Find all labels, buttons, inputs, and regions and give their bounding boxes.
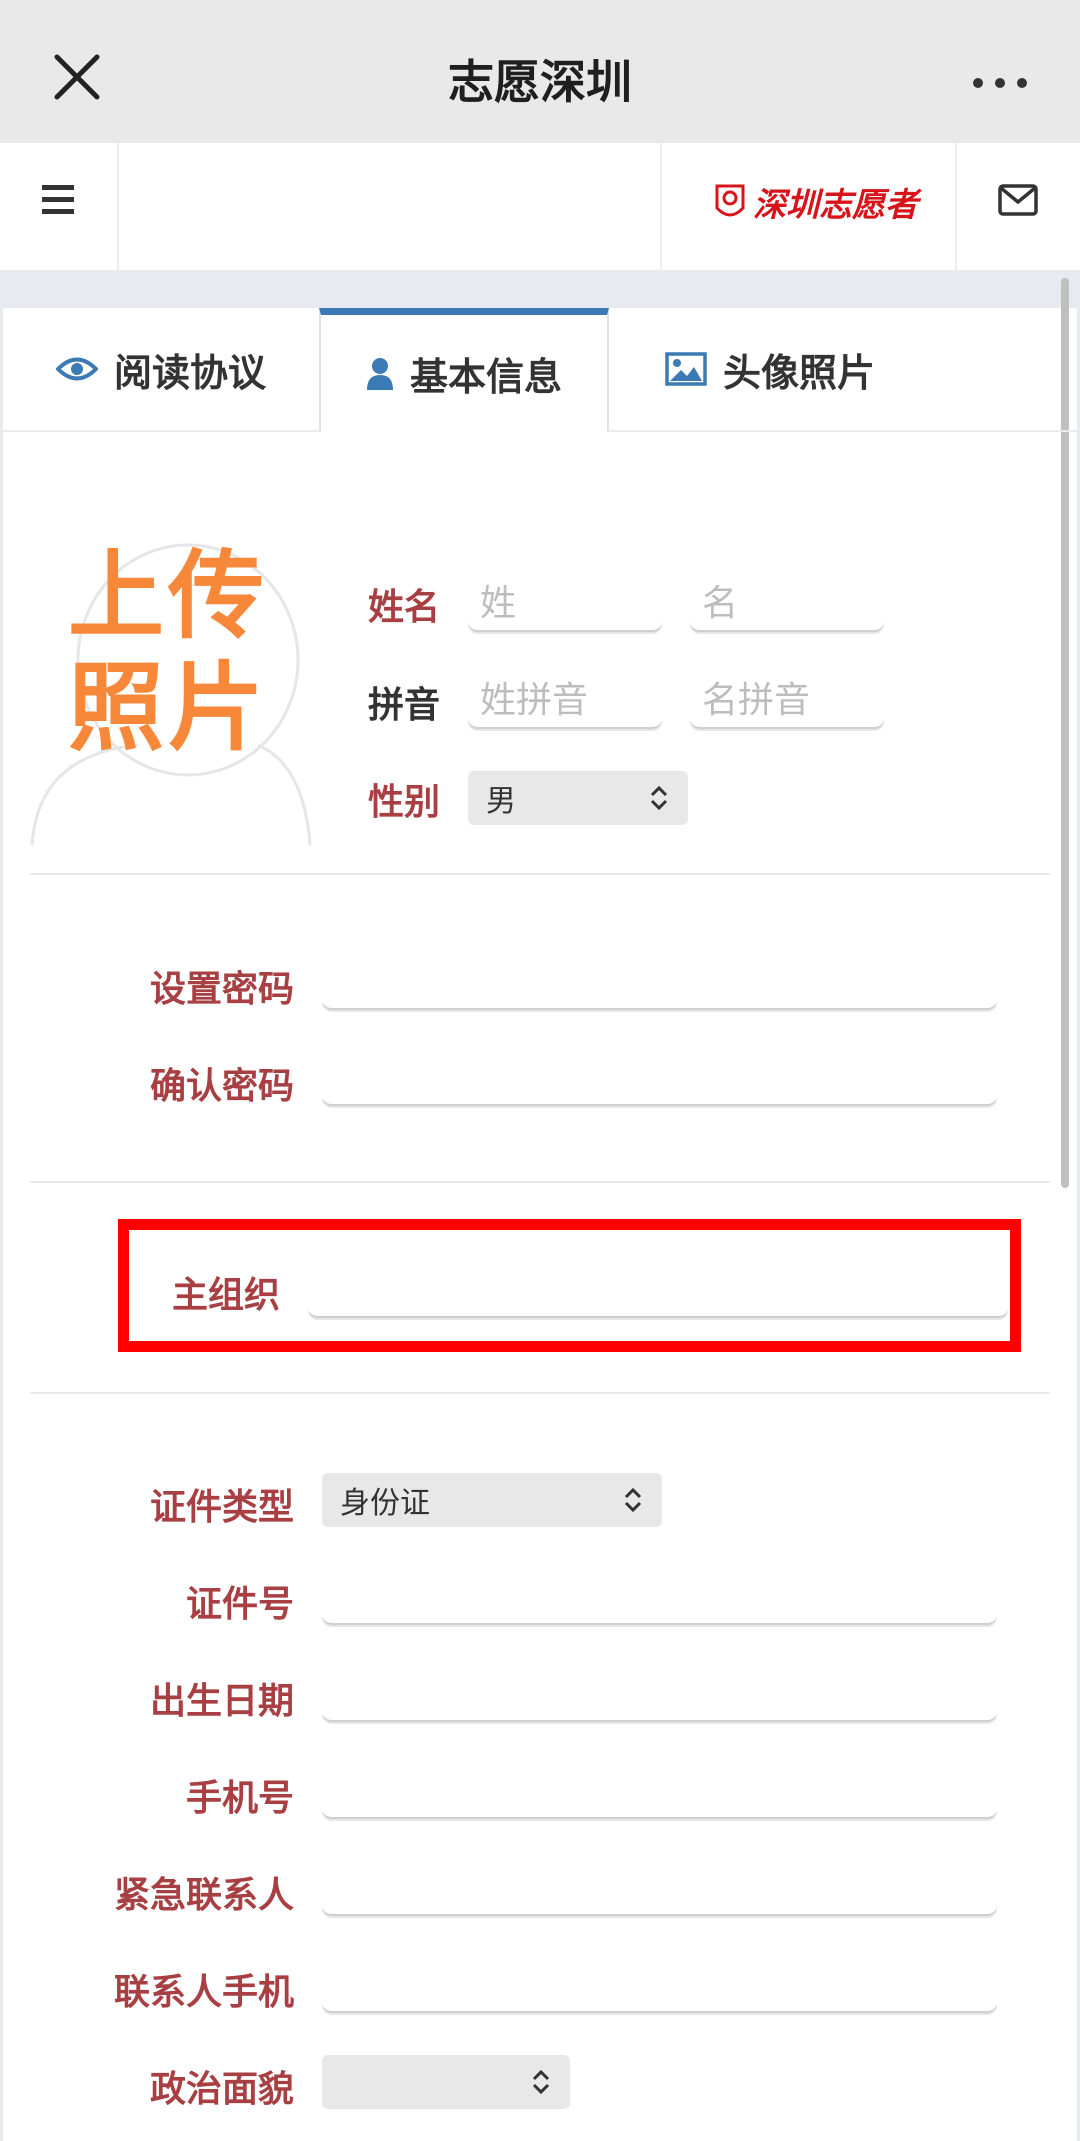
upload-photo-button[interactable]: 上传 照片 (28, 540, 318, 850)
logo-emblem-icon (715, 184, 745, 217)
wechat-title-bar (0, 0, 1080, 143)
scrollbar[interactable] (1061, 278, 1069, 1188)
logo[interactable]: 深圳志愿者 (705, 172, 935, 232)
set-password-input[interactable] (322, 950, 997, 1010)
header-divider (660, 143, 662, 270)
gender-select[interactable]: 男 (468, 771, 688, 825)
tab-read-agreement[interactable]: 阅读协议 (3, 308, 319, 430)
tab-avatar-photo[interactable]: 头像照片 (640, 308, 900, 430)
tab-basic-info[interactable]: 基本信息 (319, 308, 609, 432)
logo-text: 深圳志愿者 (753, 185, 918, 224)
upload-photo-label: 上传 照片 (68, 540, 268, 764)
hamburger-menu-icon[interactable] (30, 172, 86, 228)
given-name-input[interactable] (690, 576, 884, 632)
more-icon[interactable] (970, 68, 1030, 98)
section-divider (30, 1392, 1050, 1394)
close-icon[interactable] (52, 52, 102, 102)
emergency-contact-label: 紧急联系人 (113, 1875, 294, 1916)
select-arrows-icon (650, 785, 668, 811)
gender-value: 男 (486, 784, 516, 819)
header-divider (117, 143, 119, 270)
birth-date-input[interactable] (322, 1662, 997, 1722)
tab-label: 基本信息 (409, 355, 562, 399)
confirm-password-input[interactable] (322, 1046, 997, 1106)
user-icon (366, 357, 393, 390)
id-type-select[interactable]: 身份证 (322, 1473, 662, 1527)
name-label: 姓名 (367, 587, 440, 628)
id-type-label: 证件类型 (149, 1487, 294, 1528)
emergency-phone-input[interactable] (322, 1953, 997, 2013)
tab-label: 阅读协议 (113, 350, 266, 395)
tab-label: 头像照片 (722, 350, 875, 395)
image-icon (665, 352, 707, 386)
id-number-input[interactable] (322, 1565, 997, 1625)
political-status-select[interactable] (322, 2055, 570, 2109)
id-type-value: 身份证 (340, 1486, 430, 1521)
frame-edge (0, 308, 3, 2141)
surname-pinyin-input[interactable] (468, 673, 662, 729)
highlight-box (118, 1219, 1021, 1352)
gender-label: 性别 (367, 782, 440, 823)
phone-input[interactable] (322, 1759, 997, 1819)
given-pinyin-input[interactable] (690, 673, 884, 729)
birth-date-label: 出生日期 (149, 1681, 294, 1722)
confirm-password-label: 确认密码 (149, 1066, 294, 1107)
content-top-band (0, 270, 1080, 308)
surname-input[interactable] (468, 576, 662, 632)
header-divider (955, 143, 957, 270)
emergency-contact-input[interactable] (322, 1856, 997, 1916)
eye-icon (55, 357, 98, 381)
select-arrows-icon (532, 2069, 550, 2095)
emergency-phone-label: 联系人手机 (113, 1972, 294, 2013)
section-divider (30, 1181, 1050, 1183)
pinyin-label: 拼音 (367, 685, 440, 726)
political-status-label: 政治面貌 (149, 2069, 294, 2110)
phone-label: 手机号 (185, 1778, 294, 1819)
mail-icon[interactable] (990, 172, 1046, 228)
select-arrows-icon (624, 1487, 642, 1513)
id-number-label: 证件号 (185, 1584, 294, 1625)
section-divider (30, 873, 1050, 875)
set-password-label: 设置密码 (149, 969, 294, 1010)
